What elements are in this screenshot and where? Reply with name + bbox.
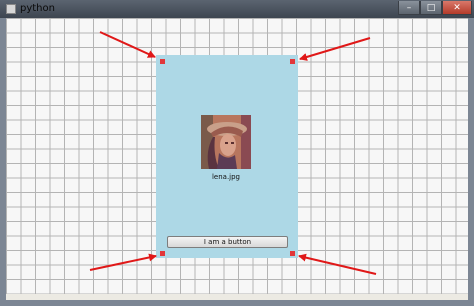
arrow-bottom-right (298, 253, 377, 275)
arrow-top-left (99, 31, 156, 58)
arrow-top-right (299, 37, 371, 61)
arrow-bottom-left (89, 253, 157, 271)
app-window: python – □ ✕ lena.jpg I am a button (0, 0, 474, 306)
annotation-arrows (89, 31, 377, 275)
